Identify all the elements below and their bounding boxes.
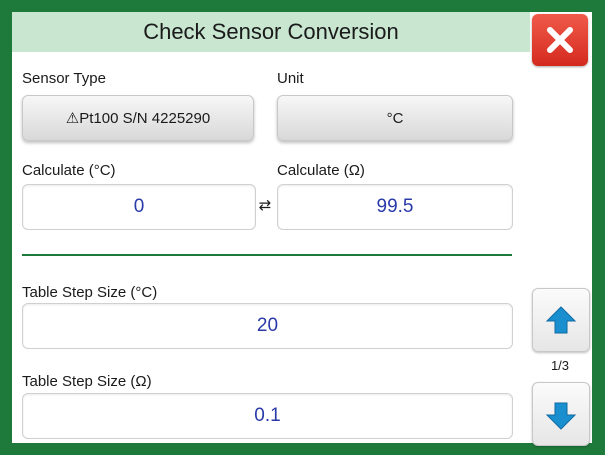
scroll-down-button[interactable] (532, 382, 590, 446)
section-divider (22, 254, 512, 256)
page-title: Check Sensor Conversion (12, 12, 530, 52)
sensor-type-value: Pt100 S/N 4225290 (79, 109, 211, 127)
warning-icon: ⚠ (65, 110, 80, 127)
calculate-temp-field[interactable]: 0 (22, 184, 256, 230)
arrow-up-icon (545, 306, 577, 334)
calculate-resistance-label: Calculate (Ω) (277, 162, 365, 179)
arrow-down-icon (545, 402, 577, 430)
swap-icon: ⇄ (258, 197, 272, 214)
sensor-type-label: Sensor Type (22, 70, 106, 87)
step-resistance-label: Table Step Size (Ω) (22, 373, 152, 390)
page-indicator: 1/3 (550, 358, 570, 373)
unit-value: °C (386, 109, 404, 127)
step-resistance-field[interactable]: 0.1 (22, 393, 513, 439)
sensor-type-button[interactable]: ⚠ Pt100 S/N 4225290 (22, 95, 254, 141)
calculate-resistance-field[interactable]: 99.5 (277, 184, 513, 230)
step-temp-field[interactable]: 20 (22, 303, 513, 349)
unit-button[interactable]: °C (277, 95, 513, 141)
close-icon (547, 27, 573, 53)
scroll-up-button[interactable] (532, 288, 590, 352)
unit-label: Unit (277, 70, 304, 87)
side-panel (530, 12, 592, 443)
close-button[interactable] (532, 14, 588, 66)
step-temp-label: Table Step Size (°C) (22, 284, 158, 301)
calculate-temp-label: Calculate (°C) (22, 162, 116, 179)
